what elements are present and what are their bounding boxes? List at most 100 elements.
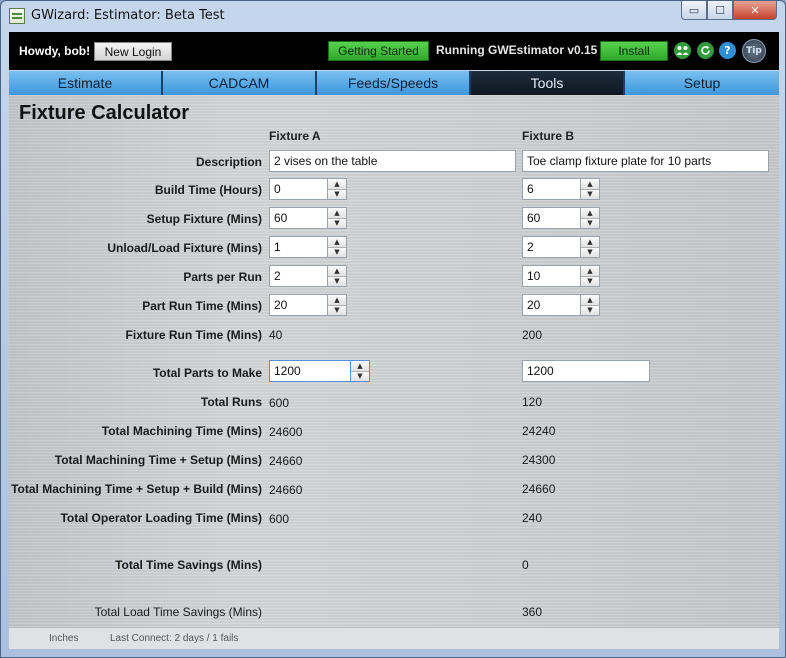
fixture-b-total-machining-setup-build-value: 24660 [522,482,556,496]
total-machining-label: Total Machining Time (Mins) [101,424,262,438]
fixture-b-run-time-value: 200 [522,328,543,342]
title-bar[interactable]: GWizard: Estimator: Beta Test ▭ ☐ ✕ [1,1,785,31]
decrement-button[interactable]: ▼ [581,247,599,257]
fixture-a-total-parts-stepper[interactable]: ▲▼ [269,360,370,382]
decrement-button[interactable]: ▼ [328,247,346,257]
fixture-a-unload-load-input[interactable] [269,236,328,258]
users-icon[interactable] [674,42,691,59]
tab-setup[interactable]: Setup [625,71,779,95]
total-parts-label: Total Parts to Make [152,366,262,380]
help-icon[interactable]: ? [719,42,736,59]
fixture-a-part-run-time-input[interactable] [269,294,328,316]
fixture-calculator-panel: Fixture Calculator Fixture A Fixture B D… [9,95,779,627]
connection-status: Last Connect: 2 days / 1 fails [110,633,239,644]
fixture-a-description-input[interactable] [269,150,516,172]
app-logo-icon [9,8,25,24]
increment-button[interactable]: ▲ [328,179,346,190]
fixture-b-part-run-time-input[interactable] [522,294,581,316]
app-window: GWizard: Estimator: Beta Test ▭ ☐ ✕ Howd… [0,0,786,658]
maximize-button[interactable]: ☐ [707,1,733,20]
total-machining-setup-build-label: Total Machining Time + Setup + Build (Mi… [11,482,262,496]
decrement-button[interactable]: ▼ [328,276,346,286]
fixture-a-part-run-time-stepper[interactable]: ▲▼ [269,294,347,316]
fixture-b-setup-input[interactable] [522,207,581,229]
minimize-button[interactable]: ▭ [681,1,707,20]
tab-feeds-speeds[interactable]: Feeds/Speeds [317,71,471,95]
window-controls: ▭ ☐ ✕ [681,1,777,21]
increment-button[interactable]: ▲ [581,208,599,219]
fixture-a-parts-per-run-stepper[interactable]: ▲▼ [269,265,347,287]
build-time-label: Build Time (Hours) [154,183,262,197]
fixture-b-parts-per-run-input[interactable] [522,265,581,287]
increment-button[interactable]: ▲ [328,295,346,306]
decrement-button[interactable]: ▼ [581,218,599,228]
fixture-run-time-label: Fixture Run Time (Mins) [125,328,262,342]
getting-started-button[interactable]: Getting Started [328,41,429,61]
total-runs-label: Total Runs [200,395,262,409]
fixture-a-total-parts-input[interactable] [269,360,351,382]
fixture-a-total-operator-value: 600 [269,512,290,526]
fixture-b-header: Fixture B [522,129,575,143]
new-login-button[interactable]: New Login [94,42,172,61]
tab-estimate[interactable]: Estimate [9,71,163,95]
decrement-button[interactable]: ▼ [581,189,599,199]
page-title: Fixture Calculator [19,102,190,124]
increment-button[interactable]: ▲ [581,266,599,277]
fixture-b-total-load-savings-value: 360 [522,605,543,619]
install-button[interactable]: Install [600,41,668,61]
tab-cadcam[interactable]: CADCAM [163,71,317,95]
fixture-b-total-operator-value: 240 [522,511,543,525]
refresh-icon[interactable] [697,42,714,59]
fixture-b-total-runs-value: 120 [522,395,543,409]
unload-load-label: Unload/Load Fixture (Mins) [107,241,262,255]
setup-fixture-label: Setup Fixture (Mins) [146,212,262,226]
increment-button[interactable]: ▲ [581,295,599,306]
total-operator-label: Total Operator Loading Time (Mins) [60,511,262,525]
fixture-a-build-time-stepper[interactable]: ▲▼ [269,178,347,200]
tab-tools[interactable]: Tools [471,71,625,95]
fixture-a-header: Fixture A [269,129,321,143]
fixture-a-total-machining-value: 24600 [269,425,303,439]
fixture-b-setup-stepper[interactable]: ▲▼ [522,207,600,229]
fixture-a-setup-stepper[interactable]: ▲▼ [269,207,347,229]
fixture-a-unload-load-stepper[interactable]: ▲▼ [269,236,347,258]
increment-button[interactable]: ▲ [581,237,599,248]
fixture-b-unload-load-input[interactable] [522,236,581,258]
fixture-a-total-machining-setup-value: 24660 [269,454,303,468]
fixture-b-description-input[interactable] [522,150,769,172]
increment-button[interactable]: ▲ [328,237,346,248]
decrement-button[interactable]: ▼ [328,218,346,228]
fixture-a-parts-per-run-input[interactable] [269,265,328,287]
fixture-a-total-runs-value: 600 [269,396,290,410]
fixture-a-setup-input[interactable] [269,207,328,229]
decrement-button[interactable]: ▼ [328,189,346,199]
fixture-b-unload-load-stepper[interactable]: ▲▼ [522,236,600,258]
increment-button[interactable]: ▲ [328,208,346,219]
increment-button[interactable]: ▲ [581,179,599,190]
fixture-b-build-time-stepper[interactable]: ▲▼ [522,178,600,200]
increment-button[interactable]: ▲ [328,266,346,277]
status-bar: Inches Last Connect: 2 days / 1 fails [9,627,779,649]
part-run-time-label: Part Run Time (Mins) [142,299,262,313]
fixture-b-total-parts-input[interactable] [522,360,650,382]
total-load-savings-label: Total Load Time Savings (Mins) [94,605,262,619]
tip-icon[interactable]: Tip [742,39,766,63]
fixture-b-build-time-input[interactable] [522,178,581,200]
decrement-button[interactable]: ▼ [328,305,346,315]
version-text: Running GWEstimator v0.15 [436,43,598,57]
total-time-savings-label: Total Time Savings (Mins) [115,558,262,572]
increment-button[interactable]: ▲ [351,361,369,372]
header-bar: Howdy, bob! New Login Getting Started Ru… [9,32,779,70]
decrement-button[interactable]: ▼ [351,371,369,381]
fixture-b-parts-per-run-stepper[interactable]: ▲▼ [522,265,600,287]
fixture-b-total-time-savings-value: 0 [522,558,529,572]
user-greeting: Howdy, bob! [19,44,91,58]
decrement-button[interactable]: ▼ [581,276,599,286]
fixture-b-total-machining-setup-value: 24300 [522,453,556,467]
close-button[interactable]: ✕ [733,1,777,20]
decrement-button[interactable]: ▼ [581,305,599,315]
window-title: GWizard: Estimator: Beta Test [31,8,225,23]
fixture-b-part-run-time-stepper[interactable]: ▲▼ [522,294,600,316]
fixture-a-total-machining-setup-build-value: 24660 [269,483,303,497]
fixture-a-build-time-input[interactable] [269,178,328,200]
